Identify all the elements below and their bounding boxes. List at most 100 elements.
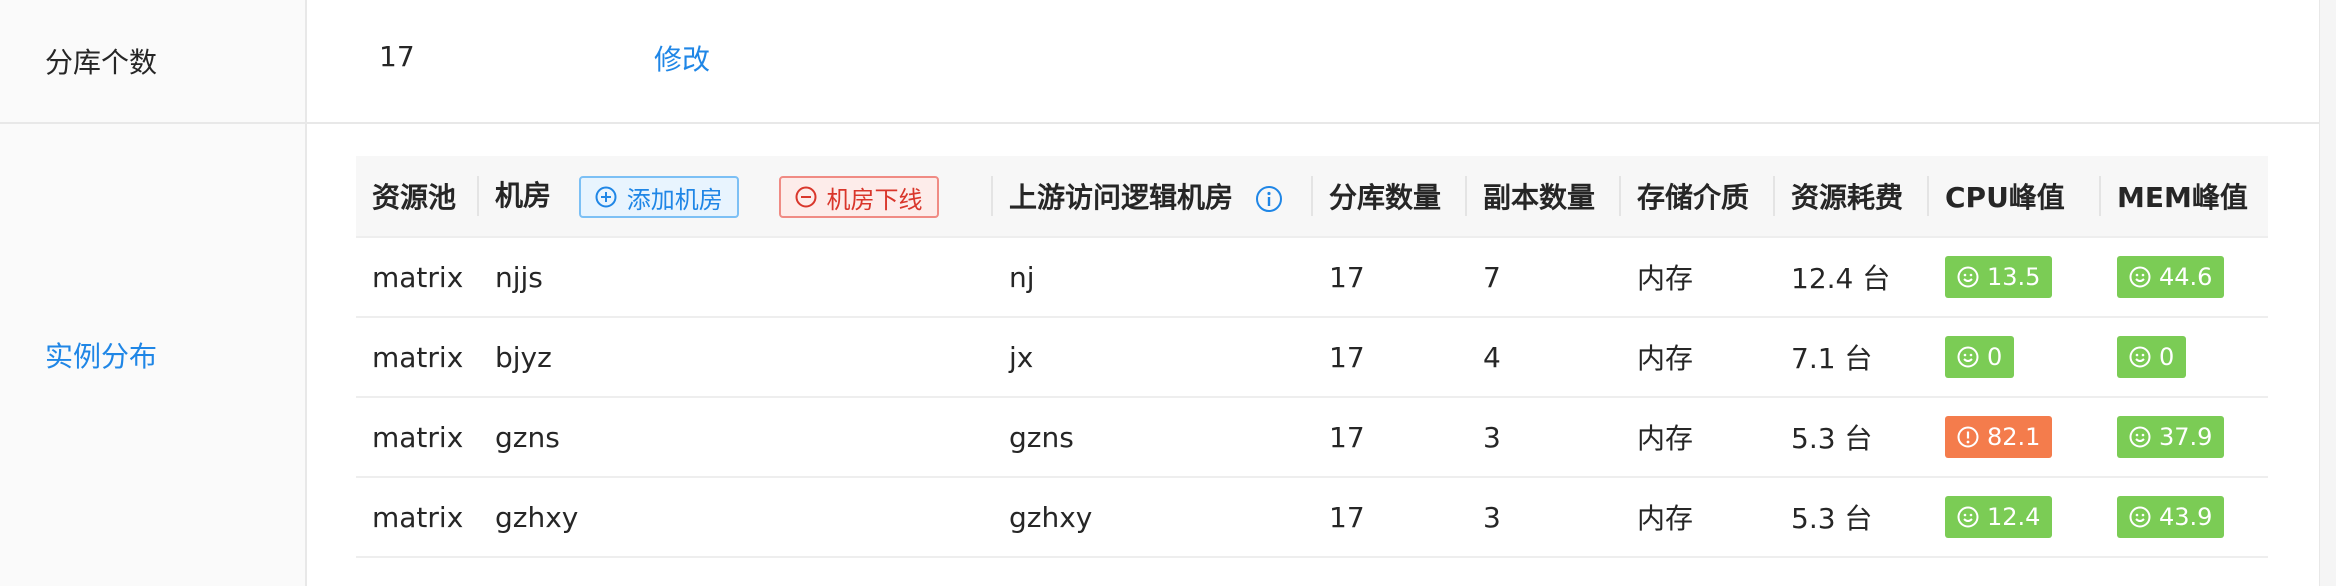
cell-shards: 17 xyxy=(1313,397,1467,478)
cell-shards: 17 xyxy=(1313,237,1467,318)
cpu-status-badge: 82.1 xyxy=(1945,416,2053,458)
mem-status-badge: 37.9 xyxy=(2117,416,2225,458)
instance-table: 资源池 机房 添加机房 机房下线 上游访问逻辑机房 分库数量 副本数量 存储介质… xyxy=(356,156,2268,558)
cell-storage: 内存 xyxy=(1621,317,1775,398)
table-header-row: 资源池 机房 添加机房 机房下线 上游访问逻辑机房 分库数量 副本数量 存储介质… xyxy=(356,156,2268,238)
cell-cost: 5.3 台 xyxy=(1775,397,1929,478)
cell-room: bjyz xyxy=(479,317,993,398)
cell-room: gzns xyxy=(479,397,993,478)
header-replicas-label: 副本数量 xyxy=(1483,181,1596,214)
cell-storage: 内存 xyxy=(1621,477,1775,558)
instance-distribution-row: 实例分布 资源池 机房 添加机房 机房下线 上游访问逻辑机房 分库数量 副本数量… xyxy=(0,124,2320,586)
cell-storage: 内存 xyxy=(1621,397,1775,478)
cpu-status-badge: 12.4 xyxy=(1945,496,2053,538)
cell-pool: matrix xyxy=(356,477,479,558)
header-pool: 资源池 xyxy=(356,156,479,238)
cell-room: gzhxy xyxy=(479,477,993,558)
cell-replicas: 7 xyxy=(1467,237,1621,318)
mem-status-badge: 0 xyxy=(2117,336,2187,378)
smile-icon xyxy=(2129,346,2151,368)
room-offline-button[interactable]: 机房下线 xyxy=(778,176,939,218)
header-cpu-label: CPU峰值 xyxy=(1945,181,2065,214)
cell-replicas: 4 xyxy=(1467,317,1621,398)
cell-shards: 17 xyxy=(1313,317,1467,398)
cell-storage: 内存 xyxy=(1621,237,1775,318)
table-row: matrix bjyz jx 17 4 内存 7.1 台 0 0 xyxy=(356,317,2268,398)
cell-cost: 5.3 台 xyxy=(1775,477,1929,558)
shard-count-value: 17 xyxy=(379,40,415,73)
header-room-label: 机房 xyxy=(495,179,552,212)
cell-upstream: gzhxy xyxy=(993,477,1313,558)
header-cost-label: 资源耗费 xyxy=(1791,181,1904,214)
mem-status-badge: 43.9 xyxy=(2117,496,2225,538)
instance-table-wrap: 资源池 机房 添加机房 机房下线 上游访问逻辑机房 分库数量 副本数量 存储介质… xyxy=(356,156,2268,558)
mem-value: 0 xyxy=(2159,343,2175,371)
table-row: matrix gzhxy gzhxy 17 3 内存 5.3 台 12.4 43… xyxy=(356,477,2268,558)
cpu-status-badge: 13.5 xyxy=(1945,256,2053,298)
smile-icon xyxy=(2129,426,2151,448)
header-shards: 分库数量 xyxy=(1313,156,1467,238)
cpu-value: 12.4 xyxy=(1987,503,2041,531)
cell-pool: matrix xyxy=(356,237,479,318)
cpu-value: 13.5 xyxy=(1987,263,2041,291)
minus-circle-icon xyxy=(795,186,817,208)
cpu-value: 82.1 xyxy=(1987,423,2041,451)
plus-circle-icon xyxy=(595,186,617,208)
cell-pool: matrix xyxy=(356,317,479,398)
scrollbar-track[interactable] xyxy=(2319,0,2336,586)
cell-cpu: 13.5 xyxy=(1929,237,2101,318)
mem-value: 44.6 xyxy=(2159,263,2213,291)
header-mem-label: MEM峰值 xyxy=(2117,181,2248,214)
cell-upstream: gzns xyxy=(993,397,1313,478)
cell-mem: 0 xyxy=(2101,317,2268,398)
header-storage-label: 存储介质 xyxy=(1637,181,1750,214)
header-cpu: CPU峰值 xyxy=(1929,156,2101,238)
cell-cost: 12.4 台 xyxy=(1775,237,1929,318)
cell-upstream: jx xyxy=(993,317,1313,398)
smile-icon xyxy=(2129,266,2151,288)
shard-count-row: 分库个数 17 修改 xyxy=(0,0,2320,124)
room-offline-label: 机房下线 xyxy=(826,185,923,214)
cell-cpu: 0 xyxy=(1929,317,2101,398)
header-replicas: 副本数量 xyxy=(1467,156,1621,238)
cell-shards: 17 xyxy=(1313,477,1467,558)
header-storage: 存储介质 xyxy=(1621,156,1775,238)
table-row: matrix njjs nj 17 7 内存 12.4 台 13.5 44.6 xyxy=(356,237,2268,318)
header-room: 机房 添加机房 机房下线 xyxy=(479,156,993,238)
smile-icon xyxy=(1957,346,1979,368)
info-circle-icon[interactable] xyxy=(1255,185,1283,213)
exclamation-circle-icon xyxy=(1957,426,1979,448)
cell-cpu: 12.4 xyxy=(1929,477,2101,558)
page: 分库个数 17 修改 实例分布 资源池 机房 添加机房 机房下线 上游访问逻辑机… xyxy=(0,0,2336,586)
header-cost: 资源耗费 xyxy=(1775,156,1929,238)
header-shards-label: 分库数量 xyxy=(1329,181,1442,214)
table-row: matrix gzns gzns 17 3 内存 5.3 台 82.1 37.9 xyxy=(356,397,2268,478)
smile-icon xyxy=(1957,266,1979,288)
add-room-label: 添加机房 xyxy=(626,185,723,214)
cpu-value: 0 xyxy=(1987,343,2003,371)
shard-count-value-cell: 17 修改 xyxy=(307,0,2320,122)
modify-link[interactable]: 修改 xyxy=(654,38,710,78)
cell-pool: matrix xyxy=(356,397,479,478)
instance-distribution-label[interactable]: 实例分布 xyxy=(0,124,307,586)
shard-count-label: 分库个数 xyxy=(0,0,307,122)
smile-icon xyxy=(1957,506,1979,528)
cell-mem: 43.9 xyxy=(2101,477,2268,558)
header-upstream-label: 上游访问逻辑机房 xyxy=(1009,181,1234,214)
instance-table-cell: 资源池 机房 添加机房 机房下线 上游访问逻辑机房 分库数量 副本数量 存储介质… xyxy=(307,124,2320,586)
cell-replicas: 3 xyxy=(1467,397,1621,478)
header-pool-label: 资源池 xyxy=(372,181,457,214)
header-mem: MEM峰值 xyxy=(2101,156,2268,238)
cell-cost: 7.1 台 xyxy=(1775,317,1929,398)
cell-cpu: 82.1 xyxy=(1929,397,2101,478)
cell-mem: 44.6 xyxy=(2101,237,2268,318)
cell-mem: 37.9 xyxy=(2101,397,2268,478)
cell-replicas: 3 xyxy=(1467,477,1621,558)
header-upstream: 上游访问逻辑机房 xyxy=(993,156,1313,238)
mem-value: 43.9 xyxy=(2159,503,2213,531)
mem-value: 37.9 xyxy=(2159,423,2213,451)
cell-room: njjs xyxy=(479,237,993,318)
add-room-button[interactable]: 添加机房 xyxy=(578,176,739,218)
smile-icon xyxy=(2129,506,2151,528)
mem-status-badge: 44.6 xyxy=(2117,256,2225,298)
